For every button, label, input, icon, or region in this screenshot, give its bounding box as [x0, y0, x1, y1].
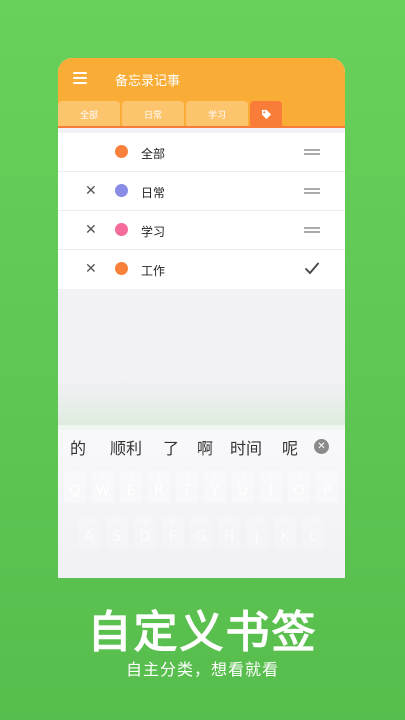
key-i[interactable]: 8I [260, 471, 282, 503]
drag-handle-icon[interactable] [304, 149, 320, 155]
app-title: 备忘录记事 [115, 74, 181, 89]
delete-x-icon[interactable]: ✕ [85, 222, 97, 238]
key-f[interactable]: # F [162, 517, 184, 549]
candidate-word[interactable]: 啊 [197, 435, 213, 459]
tab-all[interactable]: 全部 [58, 101, 120, 128]
drag-handle-icon[interactable] [304, 188, 320, 194]
soft-keyboard: 的 顺利 了 啊 时间 呢 ✕ 1Q 2W 3E 4R 5T 6Y 7U 8I … [58, 425, 345, 565]
candidate-word[interactable]: 时间 [230, 435, 262, 459]
candidate-word[interactable]: 顺利 [110, 435, 142, 459]
candidate-word[interactable]: 了 [163, 435, 179, 459]
key-p[interactable]: 0P [316, 471, 338, 503]
key-l[interactable]: ? L [302, 517, 324, 549]
tag-icon [261, 109, 271, 120]
tag-label: 日常 [141, 186, 166, 200]
delete-x-icon[interactable]: ✕ [85, 261, 97, 277]
clear-candidates-icon[interactable]: ✕ [314, 439, 329, 454]
hamburger-menu-icon[interactable] [73, 72, 87, 84]
candidate-bar: 的 顺利 了 啊 时间 呢 ✕ [58, 435, 345, 461]
checkmark-icon[interactable] [304, 261, 320, 275]
tag-row-all[interactable]: 全部 [58, 133, 345, 172]
key-t[interactable]: 5T [176, 471, 198, 503]
key-h[interactable]: " H [218, 517, 240, 549]
key-u[interactable]: 7U [232, 471, 254, 503]
promo-subline: 自主分类，想看就看 [125, 660, 279, 679]
key-q[interactable]: 1Q [64, 471, 86, 503]
key-d[interactable]: @ D [134, 517, 156, 549]
key-k[interactable]: * K [274, 517, 296, 549]
tab-daily[interactable]: 日常 [122, 101, 184, 128]
tag-color-dot [115, 262, 128, 275]
tag-color-dot [115, 223, 128, 236]
keyboard-fade [58, 380, 345, 430]
tag-label: 全部 [141, 147, 166, 161]
drag-handle-icon[interactable] [304, 227, 320, 233]
tag-row-work[interactable]: ✕ 工作 [58, 250, 345, 289]
candidate-word[interactable]: 呢 [282, 435, 298, 459]
app-bar: 备忘录记事 全部 日常 学习 [58, 58, 345, 128]
key-y[interactable]: 6Y [204, 471, 226, 503]
key-o[interactable]: 9O [288, 471, 310, 503]
tag-label: 学习 [141, 225, 166, 239]
tab-bar: 全部 日常 学习 [58, 101, 345, 128]
tab-underline [58, 126, 345, 128]
key-g[interactable]: % G [190, 517, 212, 549]
tag-label: 工作 [141, 264, 166, 278]
key-e[interactable]: 3E [120, 471, 142, 503]
key-j[interactable]: " J [246, 517, 268, 549]
tag-row-study[interactable]: ✕ 学习 [58, 211, 345, 250]
tag-row-daily[interactable]: ✕ 日常 [58, 172, 345, 211]
key-w[interactable]: 2W [92, 471, 114, 503]
key-r[interactable]: 4R [148, 471, 170, 503]
promo-headline: 自定义书签 [87, 607, 318, 658]
candidate-word[interactable]: 的 [70, 435, 86, 459]
delete-x-icon[interactable]: ✕ [85, 183, 97, 199]
tag-list: 全部 ✕ 日常 ✕ 学习 ✕ 工作 [58, 133, 345, 289]
key-a[interactable]: ~ A [78, 517, 100, 549]
tag-color-dot [115, 145, 128, 158]
tab-study[interactable]: 学习 [186, 101, 248, 128]
key-s[interactable]: ! S [106, 517, 128, 549]
tab-tags[interactable] [250, 101, 282, 128]
tag-color-dot [115, 184, 128, 197]
